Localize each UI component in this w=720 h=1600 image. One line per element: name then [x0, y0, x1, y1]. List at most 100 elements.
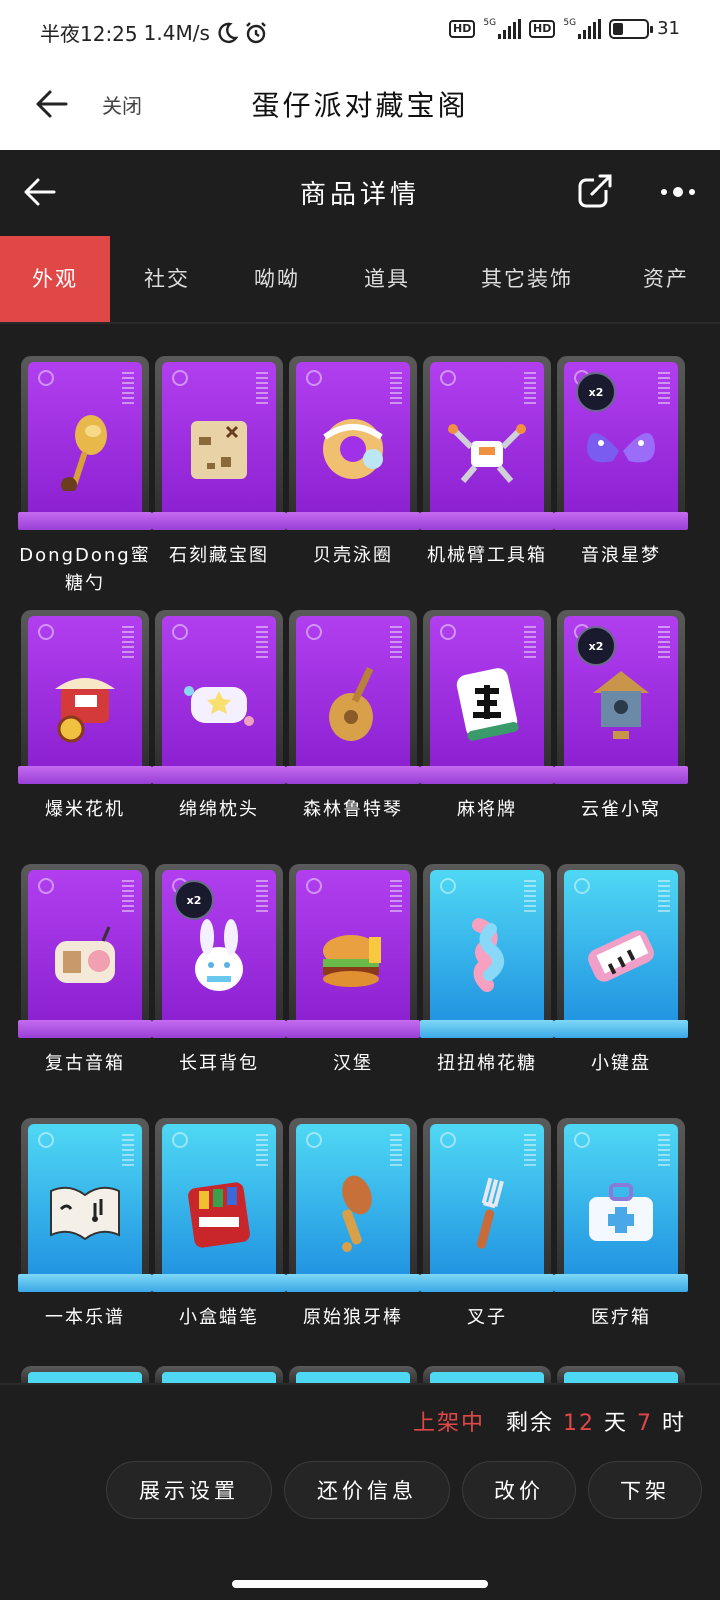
status-right: HD 5G HD 5G 31	[449, 18, 680, 39]
tag-code-icon	[122, 626, 134, 660]
showcase-frame	[423, 610, 551, 778]
showcase-frame: x2	[155, 864, 283, 1032]
showcase-base	[554, 1020, 688, 1038]
quantity-badge: x2	[174, 880, 214, 920]
showcase-base	[152, 766, 286, 784]
brand-logo-icon	[172, 1132, 188, 1148]
status-left: 半夜12:25 1.4M/s	[40, 18, 268, 47]
change-price-button[interactable]: 改价	[462, 1461, 576, 1519]
item-showcase	[420, 864, 554, 1044]
tag-code-icon	[390, 1134, 402, 1168]
tag-code-icon	[256, 372, 268, 406]
item-showcase	[286, 610, 420, 790]
showcase-base	[420, 766, 554, 784]
tag-code-icon	[256, 626, 268, 660]
more-icon[interactable]	[658, 184, 698, 200]
signal-icon	[498, 18, 522, 39]
item-label: 叉子	[467, 1307, 507, 1328]
item-card[interactable]: 汉堡	[286, 864, 420, 1078]
item-card[interactable]: 复古音箱	[18, 864, 152, 1078]
remaining-days: 12	[562, 1411, 595, 1436]
item-label: 一本乐谱	[45, 1307, 125, 1328]
showcase-frame	[289, 1118, 417, 1286]
item-card[interactable]: 爆米花机	[18, 610, 152, 824]
showcase-frame	[155, 356, 283, 524]
item-label: 机械臂工具箱	[427, 545, 547, 566]
app-bar: 商品详情	[0, 150, 720, 236]
brand-logo-icon	[440, 370, 456, 386]
item-label: 森林鲁特琴	[303, 799, 403, 820]
bargain-info-button[interactable]: 还价信息	[284, 1461, 450, 1519]
item-card[interactable]: 森林鲁特琴	[286, 610, 420, 824]
brand-logo-icon	[306, 370, 322, 386]
brand-logo-icon	[306, 624, 322, 640]
showcase-panel	[430, 616, 544, 778]
item-label: 麻将牌	[457, 799, 517, 820]
item-showcase	[18, 1118, 152, 1298]
item-card[interactable]: 医疗箱	[554, 1118, 688, 1332]
swim-ring-icon	[323, 419, 383, 480]
showcase-panel: x2	[564, 616, 678, 778]
brand-logo-icon	[38, 1132, 54, 1148]
tab-assets[interactable]: 资产	[612, 236, 720, 322]
hour-unit: 时	[661, 1411, 686, 1436]
item-label: 复古音箱	[45, 1053, 125, 1074]
item-showcase: x2	[554, 610, 688, 790]
music-book-icon	[50, 1187, 120, 1241]
page-title: 蛋仔派对藏宝阁	[251, 89, 469, 122]
item-card[interactable]: x2 长耳背包	[152, 864, 286, 1078]
item-card[interactable]: 贝壳泳圈	[286, 356, 420, 570]
item-card[interactable]: 小盒蜡笔	[152, 1118, 286, 1332]
quantity-badge: x2	[576, 372, 616, 412]
showcase-frame	[21, 356, 149, 524]
category-tabs: 外观 社交 呦呦 道具 其它装饰 资产	[0, 236, 720, 324]
display-settings-button[interactable]: 展示设置	[106, 1461, 272, 1519]
item-card[interactable]: 绵绵枕头	[152, 610, 286, 824]
item-card[interactable]: 一本乐谱	[18, 1118, 152, 1332]
item-label: 小盒蜡笔	[179, 1307, 259, 1328]
showcase-base	[554, 766, 688, 784]
item-label: 原始狼牙棒	[303, 1307, 403, 1328]
remaining-prefix: 剩余	[505, 1411, 554, 1436]
item-label: 长耳背包	[179, 1053, 259, 1074]
showcase-panel	[162, 616, 276, 778]
tab-social[interactable]: 社交	[112, 236, 222, 322]
showcase-panel	[430, 1124, 544, 1286]
item-showcase	[420, 1118, 554, 1298]
day-unit: 天	[603, 1411, 628, 1436]
item-label: 贝壳泳圈	[313, 545, 393, 566]
item-card[interactable]: 机械臂工具箱	[420, 356, 554, 570]
tag-code-icon	[524, 1134, 536, 1168]
brand-logo-icon	[574, 878, 590, 894]
showcase-panel	[296, 870, 410, 1032]
item-card[interactable]: DongDong蜜糖勺	[18, 356, 152, 598]
item-card[interactable]: 叉子	[420, 1118, 554, 1332]
tab-other-decor[interactable]: 其它装饰	[452, 236, 602, 322]
tag-code-icon	[122, 880, 134, 914]
item-card[interactable]: 麻将牌	[420, 610, 554, 824]
tab-youyou[interactable]: 呦呦	[222, 236, 332, 322]
showcase-base	[18, 512, 152, 530]
showcase-base	[420, 1020, 554, 1038]
tab-appearance[interactable]: 外观	[0, 236, 110, 322]
showcase-panel	[430, 362, 544, 524]
home-indicator[interactable]	[232, 1580, 488, 1588]
item-card[interactable]: 石刻藏宝图	[152, 356, 286, 570]
share-icon[interactable]	[574, 172, 614, 212]
tag-code-icon	[256, 1134, 268, 1168]
item-card[interactable]: 原始狼牙棒	[286, 1118, 420, 1332]
item-showcase	[18, 864, 152, 1044]
showcase-frame	[155, 610, 283, 778]
item-card[interactable]: 扭扭棉花糖	[420, 864, 554, 1078]
delist-button[interactable]: 下架	[588, 1461, 702, 1519]
net-speed: 1.4M/s	[143, 20, 210, 45]
item-card[interactable]: 小键盘	[554, 864, 688, 1078]
item-showcase	[152, 610, 286, 790]
tag-code-icon	[390, 372, 402, 406]
showcase-base	[420, 512, 554, 530]
item-card[interactable]: x2 云雀小窝	[554, 610, 688, 824]
brand-logo-icon	[440, 878, 456, 894]
tab-props[interactable]: 道具	[332, 236, 442, 322]
showcase-panel: x2	[162, 870, 276, 1032]
item-card[interactable]: x2 音浪星梦	[554, 356, 688, 570]
